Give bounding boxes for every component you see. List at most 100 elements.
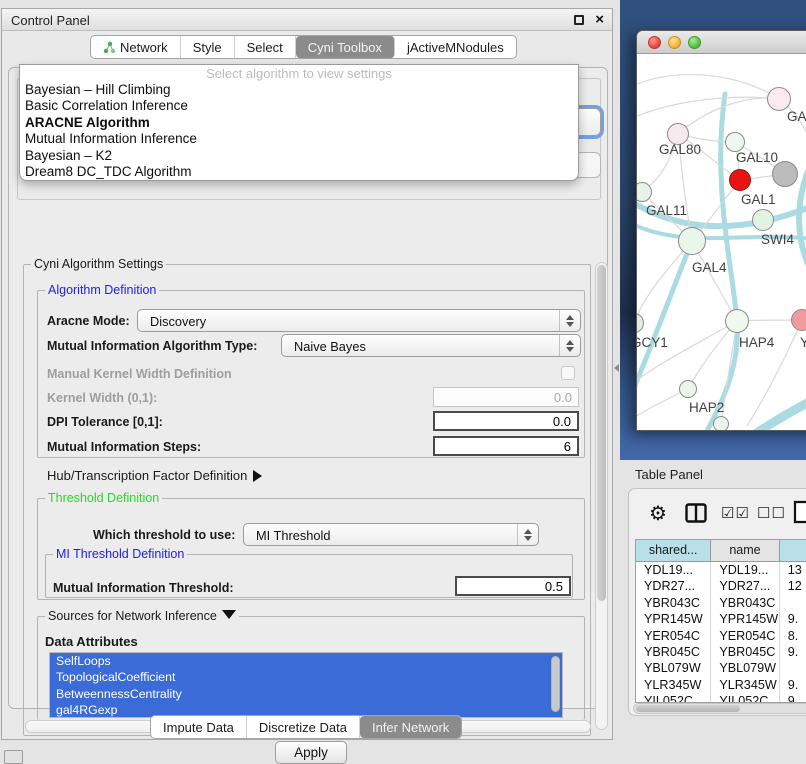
- gene-node-hap4[interactable]: [725, 309, 749, 333]
- tab-infer-network[interactable]: Infer Network: [360, 716, 461, 738]
- node-label-gal10: GAL10: [736, 150, 778, 165]
- data-attributes-list[interactable]: SelfLoops TopologicalCoefficient Between…: [49, 652, 563, 718]
- cell: YPR145W: [711, 611, 779, 627]
- tab-label: Discretize Data: [259, 720, 347, 735]
- table-header-row: shared... name: [636, 540, 806, 562]
- cell: YIL052C: [636, 693, 711, 703]
- settings-vertical-scrollbar[interactable]: [595, 262, 608, 730]
- minimize-traffic-light-icon[interactable]: [668, 36, 681, 49]
- table-row[interactable]: YBR043CYBR043C: [636, 595, 806, 611]
- tab-cyni-toolbox[interactable]: Cyni Toolbox: [296, 36, 395, 58]
- combobox-value: Naive Bayes: [294, 339, 366, 354]
- aracne-mode-combobox[interactable]: Discovery: [137, 309, 581, 332]
- which-threshold-combobox[interactable]: MI Threshold: [243, 523, 539, 546]
- group-title: Cyni Algorithm Settings: [31, 257, 166, 271]
- close-icon[interactable]: ×: [595, 11, 604, 28]
- attribute-item[interactable]: TopologicalCoefficient: [50, 669, 562, 685]
- dpi-tolerance-field[interactable]: [433, 411, 579, 431]
- attribute-item[interactable]: BetweennessCentrality: [50, 686, 562, 702]
- column-header-partial[interactable]: [780, 540, 806, 561]
- table-panel: Table Panel ⚙ ☑☑ ☐☐ shared... name YDL19…: [620, 460, 806, 762]
- stepper-arrows-icon: [559, 310, 580, 331]
- checked-checkboxes-icon[interactable]: ☑☑: [721, 504, 750, 522]
- dropdown-item[interactable]: Dream8 DC_TDC Algorithm: [20, 164, 578, 180]
- sources-toggle[interactable]: Sources for Network Inference: [45, 609, 239, 623]
- node-label-gal1: GAL1: [741, 192, 776, 207]
- tab-label: jActiveMNodules: [407, 40, 504, 55]
- dropdown-item[interactable]: Basic Correlation Inference: [20, 98, 578, 114]
- mi-algorithm-type-combobox[interactable]: Naive Bayes: [281, 334, 581, 357]
- splitter-collapse-arrow[interactable]: [614, 364, 619, 372]
- cell: [780, 595, 806, 611]
- network-canvas[interactable]: GAL GAL80 GAL10 GAL1 GAL11 SWI4 GAL4 GCY…: [637, 54, 806, 431]
- table-row[interactable]: YDR27...YDR27...12: [636, 578, 806, 594]
- gene-node-gal1[interactable]: [729, 169, 751, 191]
- stepper-arrows-icon: [517, 524, 538, 545]
- gene-node-gal10[interactable]: [725, 132, 745, 152]
- scrollbar-thumb[interactable]: [636, 705, 740, 712]
- table-row[interactable]: YER054CYER054C8.: [636, 628, 806, 644]
- document-icon[interactable]: [793, 500, 806, 524]
- gene-node-gal4[interactable]: [678, 227, 706, 255]
- table-row[interactable]: YBR045CYBR045C9.: [636, 644, 806, 660]
- hub-definition-toggle[interactable]: Hub/Transcription Factor Definition: [47, 468, 262, 483]
- tab-label: Network: [120, 40, 168, 55]
- gene-node[interactable]: [713, 416, 729, 431]
- gene-node[interactable]: [767, 87, 791, 111]
- tab-discretize-data[interactable]: Discretize Data: [247, 716, 360, 738]
- kernel-width-field[interactable]: [433, 387, 579, 407]
- tab-select[interactable]: Select: [235, 36, 296, 58]
- gene-node-hap2[interactable]: [679, 380, 697, 398]
- control-panel-title: Control Panel: [11, 13, 90, 28]
- column-header-name[interactable]: name: [711, 540, 779, 561]
- table-row[interactable]: YDL19...YDL19...13: [636, 562, 806, 578]
- gene-node-swi4[interactable]: [752, 209, 774, 231]
- table-row[interactable]: YIL052CYIL052C9: [636, 693, 806, 703]
- table-row[interactable]: YBL079WYBL079W: [636, 660, 806, 676]
- node-table[interactable]: shared... name YDL19...YDL19...13 YDR27.…: [635, 539, 806, 703]
- tab-label: Select: [247, 40, 283, 55]
- attribute-item[interactable]: SelfLoops: [50, 653, 562, 669]
- group-title: Threshold Definition: [45, 491, 162, 505]
- cell: 9.: [780, 677, 806, 693]
- apply-button[interactable]: Apply: [275, 741, 347, 764]
- scrollbar-thumb[interactable]: [597, 265, 606, 601]
- close-traffic-light-icon[interactable]: [648, 36, 661, 49]
- dpi-tolerance-label: DPI Tolerance [0,1]:: [47, 415, 163, 429]
- tab-impute-data[interactable]: Impute Data: [151, 716, 247, 738]
- gear-icon[interactable]: ⚙: [649, 501, 667, 526]
- manual-kernel-width-checkbox[interactable]: [561, 366, 575, 380]
- node-label-hap4: HAP4: [739, 335, 774, 350]
- network-window-titlebar[interactable]: [637, 31, 806, 54]
- cell: YBR043C: [711, 595, 779, 611]
- tab-jactivemnodules[interactable]: jActiveMNodules: [395, 36, 516, 58]
- mi-steps-label: Mutual Information Steps:: [47, 440, 201, 454]
- dropdown-item-selected[interactable]: ARACNE Algorithm: [20, 115, 578, 131]
- gene-node-salmon[interactable]: [791, 309, 806, 331]
- dropdown-item[interactable]: Bayesian – Hill Climbing: [20, 82, 578, 98]
- which-threshold-label: Which threshold to use:: [93, 528, 235, 542]
- column-header-shared-name[interactable]: shared...: [636, 540, 711, 561]
- mi-threshold-field[interactable]: [455, 576, 571, 596]
- network-view-window[interactable]: GAL GAL80 GAL10 GAL1 GAL11 SWI4 GAL4 GCY…: [636, 30, 806, 431]
- split-columns-icon[interactable]: [685, 503, 707, 523]
- collapsed-arrow-icon: [253, 470, 262, 482]
- cell: YBR045C: [636, 644, 711, 660]
- list-scrollbar-thumb[interactable]: [551, 656, 560, 712]
- float-window-icon[interactable]: [574, 15, 584, 25]
- cell: 9.: [780, 611, 806, 627]
- tab-network[interactable]: Network: [91, 36, 181, 58]
- control-panel-tabbar: Network Style Select Cyni Toolbox jActiv…: [90, 35, 517, 59]
- table-row[interactable]: YPR145WYPR145W9.: [636, 611, 806, 627]
- mi-threshold-label: Mutual Information Threshold:: [53, 581, 234, 595]
- dropdown-item[interactable]: Bayesian – K2: [20, 148, 578, 164]
- table-row[interactable]: YLR345WYLR345W9.: [636, 677, 806, 693]
- cell: YBR043C: [636, 595, 711, 611]
- group-title: Algorithm Definition: [45, 283, 159, 297]
- zoom-traffic-light-icon[interactable]: [688, 36, 701, 49]
- unchecked-checkboxes-icon[interactable]: ☐☐: [757, 504, 786, 522]
- dropdown-item[interactable]: Mutual Information Inference: [20, 131, 578, 147]
- mi-steps-field[interactable]: [433, 436, 579, 456]
- tab-style[interactable]: Style: [181, 36, 235, 58]
- table-horizontal-scrollbar[interactable]: [633, 703, 806, 714]
